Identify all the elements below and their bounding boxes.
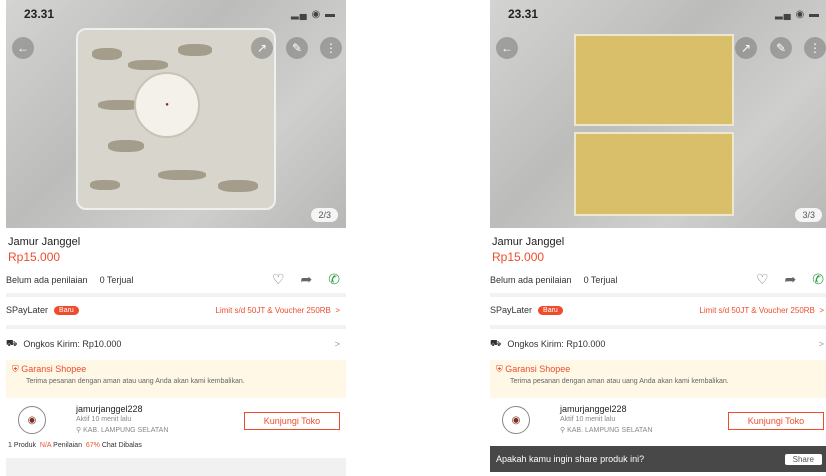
edit-icon[interactable]: ✎	[286, 37, 308, 59]
share-prompt: Apakah kamu ingin share produk ini?	[496, 454, 645, 464]
shipping-text: Ongkos Kirim: Rp10.000	[23, 339, 122, 349]
action-icons: ♡ ➦ ✆	[272, 271, 340, 288]
mushroom-shape	[90, 180, 120, 190]
whatsapp-icon[interactable]: ✆	[328, 271, 340, 288]
mushroom-shape	[108, 140, 144, 152]
forward-icon[interactable]: ➦	[785, 271, 797, 288]
product-title: Jamur Janggel	[492, 236, 565, 248]
rating-row: Belum ada penilaian 0 Terjual ♡ ➦ ✆	[6, 271, 346, 287]
product-screen-right: ← ↗ ✎ ⋮ 3/3 23.31 ▂▄ ◉ ▬ Jamur Janggel R…	[490, 0, 826, 476]
guarantee-description: Terima pesanan dengan aman atau uang And…	[510, 378, 729, 385]
spaylater-label: SPayLater	[6, 305, 49, 315]
product-title: Jamur Janggel	[8, 236, 81, 248]
mushroom-shape	[218, 180, 258, 192]
status-bar: 23.31 ▂▄ ◉ ▬	[24, 6, 336, 22]
status-time: 23.31	[508, 7, 539, 21]
shop-name: jamurjanggel228	[560, 404, 627, 414]
sold-count: 0 Terjual	[583, 275, 618, 285]
visit-shop-button[interactable]: Kunjungi Toko	[244, 412, 340, 430]
forward-icon[interactable]: ➦	[301, 271, 313, 288]
brand-logo-label: ●	[134, 72, 200, 138]
edit-icon[interactable]: ✎	[770, 37, 792, 59]
chevron-right-icon: >	[818, 339, 824, 349]
status-time: 23.31	[24, 7, 55, 21]
shop-name: jamurjanggel228	[76, 404, 143, 414]
mushroom-shape	[158, 170, 206, 180]
spaylater-promo: Limit s/d 50JT & Voucher 250RB >	[215, 305, 340, 315]
product-image-carousel[interactable]: ● ← ↗ ✎ ⋮ 2/3	[6, 0, 346, 228]
new-badge: Baru	[54, 305, 79, 315]
heart-icon[interactable]: ♡	[756, 271, 769, 288]
product-pack-photo	[574, 34, 734, 126]
share-icon[interactable]: ↗	[735, 37, 757, 59]
guarantee-box: ⛨ Garansi Shopee Terima pesanan dengan a…	[490, 360, 826, 398]
whatsapp-icon[interactable]: ✆	[812, 271, 824, 288]
visit-shop-button[interactable]: Kunjungi Toko	[728, 412, 824, 430]
product-price: Rp15.000	[8, 250, 61, 264]
shop-avatar[interactable]: ◉	[502, 406, 530, 434]
spaylater-promo: Limit s/d 50JT & Voucher 250RB >	[699, 305, 824, 315]
product-pack-photo	[574, 132, 734, 216]
shop-location: ⚲ KAB. LAMPUNG SELATAN	[560, 427, 653, 434]
guarantee-title: ⛨ Garansi Shopee	[12, 364, 87, 374]
action-icons: ♡ ➦ ✆	[756, 271, 824, 288]
shipping-text: Ongkos Kirim: Rp10.000	[507, 339, 606, 349]
back-icon[interactable]: ←	[496, 37, 518, 59]
spaylater-row[interactable]: SPayLater Baru Limit s/d 50JT & Voucher …	[490, 305, 826, 315]
shop-info: ◉ jamurjanggel228 Aktif 10 menit lalu ⚲ …	[6, 404, 346, 438]
shop-avatar[interactable]: ◉	[18, 406, 46, 434]
guarantee-description: Terima pesanan dengan aman atau uang And…	[26, 378, 245, 385]
status-bar: 23.31 ▂▄ ◉ ▬	[508, 6, 820, 22]
signal-wifi-battery-icon: ▂▄ ◉ ▬	[774, 8, 820, 20]
bottom-section	[6, 458, 346, 476]
new-badge: Baru	[538, 305, 563, 315]
spaylater-row[interactable]: SPayLater Baru Limit s/d 50JT & Voucher …	[6, 305, 346, 315]
chevron-right-icon: >	[334, 339, 340, 349]
share-icon[interactable]: ↗	[251, 37, 273, 59]
shop-location: ⚲ KAB. LAMPUNG SELATAN	[76, 427, 169, 434]
divider	[6, 325, 346, 329]
product-screen-left: ● ← ↗ ✎ ⋮ 2/3 23.31 ▂▄ ◉ ▬ Jamur Janggel…	[6, 0, 346, 476]
truck-icon: ⛟	[490, 338, 502, 348]
shipping-row[interactable]: ⛟ Ongkos Kirim: Rp10.000 >	[6, 338, 346, 350]
share-button[interactable]: Share	[784, 453, 822, 465]
share-snackbar: Apakah kamu ingin share produk ini? Shar…	[490, 446, 826, 472]
guarantee-title: ⛨ Garansi Shopee	[496, 364, 571, 374]
mushroom-shape	[92, 48, 122, 60]
rating-row: Belum ada penilaian 0 Terjual ♡ ➦ ✆	[490, 271, 826, 287]
divider	[490, 293, 826, 297]
spaylater-label: SPayLater	[490, 305, 533, 315]
divider	[6, 293, 346, 297]
product-image-carousel[interactable]: ← ↗ ✎ ⋮ 3/3	[490, 0, 826, 228]
more-icon[interactable]: ⋮	[804, 37, 826, 59]
more-icon[interactable]: ⋮	[320, 37, 342, 59]
divider	[490, 325, 826, 329]
image-counter: 2/3	[311, 208, 338, 222]
mushroom-shape	[128, 60, 168, 70]
image-counter: 3/3	[795, 208, 822, 222]
rating-text: Belum ada penilaian	[490, 275, 572, 285]
shop-stats: 1 Produk N/A Penilaian 67% Chat Dibalas	[8, 442, 142, 449]
heart-icon[interactable]: ♡	[272, 271, 285, 288]
rating-text: Belum ada penilaian	[6, 275, 88, 285]
truck-icon: ⛟	[6, 338, 18, 348]
product-price: Rp15.000	[492, 250, 545, 264]
guarantee-box: ⛨ Garansi Shopee Terima pesanan dengan a…	[6, 360, 346, 398]
mushroom-shape	[178, 44, 212, 56]
shipping-row[interactable]: ⛟ Ongkos Kirim: Rp10.000 >	[490, 338, 826, 350]
shop-active: Aktif 10 menit lalu	[560, 416, 616, 423]
back-icon[interactable]: ←	[12, 37, 34, 59]
sold-count: 0 Terjual	[99, 275, 134, 285]
signal-wifi-battery-icon: ▂▄ ◉ ▬	[290, 8, 336, 20]
shop-active: Aktif 10 menit lalu	[76, 416, 132, 423]
shop-info: ◉ jamurjanggel228 Aktif 10 menit lalu ⚲ …	[490, 404, 826, 438]
